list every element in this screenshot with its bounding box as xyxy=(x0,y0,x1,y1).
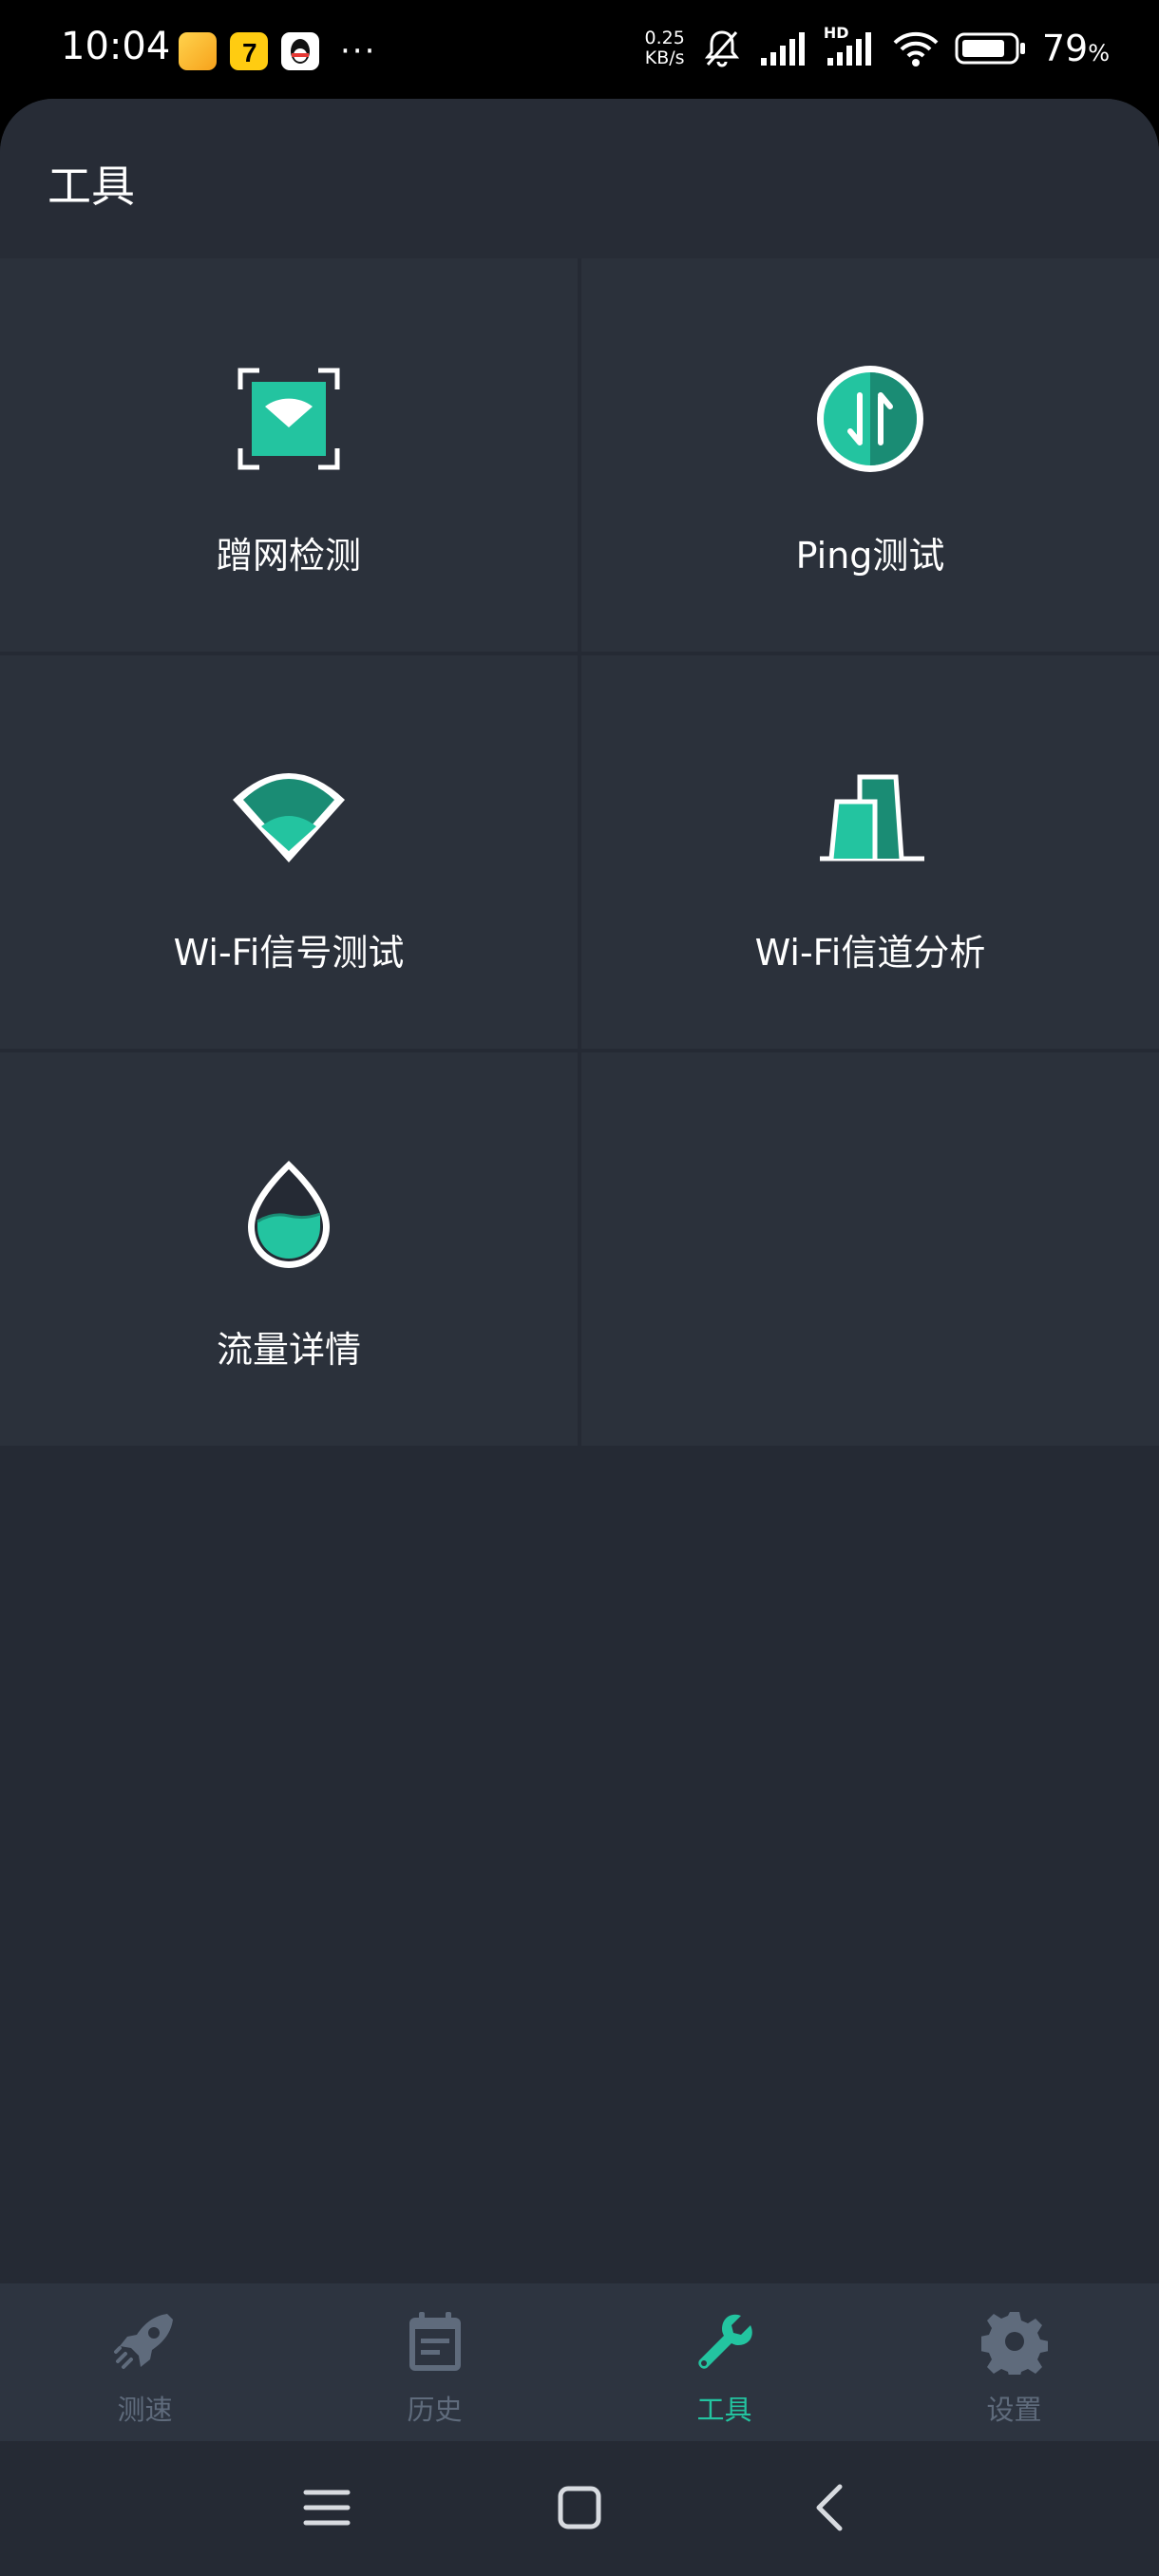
tool-cell-traffic[interactable]: 流量详情 xyxy=(0,1052,578,1446)
wifi-signal-icon xyxy=(233,773,345,862)
network-speed-unit: KB/s xyxy=(644,47,685,68)
network-speed-value: 0.25 xyxy=(644,28,685,48)
tool-cell-wifi-signal[interactable]: Wi-Fi信号测试 xyxy=(0,655,578,1049)
svg-text:7: 7 xyxy=(242,38,257,67)
cell-signal-icon xyxy=(760,32,805,66)
page-header: 工具 xyxy=(0,99,1159,258)
tool-label: Ping测试 xyxy=(795,535,945,577)
battery-icon xyxy=(955,32,1025,65)
battery-percent-sign: % xyxy=(1088,40,1110,66)
nav-label: 设置 xyxy=(986,2394,1042,2426)
nav-item-settings[interactable]: 设置 xyxy=(869,2283,1159,2441)
menu-icon[interactable] xyxy=(298,2479,355,2536)
page-title: 工具 xyxy=(48,161,135,212)
tool-cell-wifi-channel[interactable]: Wi-Fi信道分析 xyxy=(581,655,1159,1049)
cell-signal-hd: HD xyxy=(824,24,877,67)
tool-label: 蹭网检测 xyxy=(216,535,361,577)
battery-percent: 79% xyxy=(1042,28,1110,69)
back-icon[interactable] xyxy=(804,2479,861,2536)
nav-item-tools[interactable]: 工具 xyxy=(580,2283,869,2441)
bottom-nav: 测速 历史 工具 设置 xyxy=(0,2283,1159,2441)
network-speed: 0.25 KB/s xyxy=(645,28,685,68)
status-bar: 10:04 7 ··· 0.25 KB/s HD 79% xyxy=(0,0,1159,99)
gear-icon xyxy=(980,2312,1048,2375)
ping-arrows-icon xyxy=(817,366,923,472)
qq-app-icon xyxy=(281,32,319,70)
wifi-scan-icon xyxy=(238,368,340,470)
app-surface: 工具 蹭网检测 Ping测试 Wi-Fi信号测试 Wi-Fi信道分析 流量详情 … xyxy=(0,99,1159,2576)
status-time: 10:04 xyxy=(61,25,171,68)
wifi-status-icon xyxy=(893,31,939,66)
calendar-icon xyxy=(408,2312,461,2371)
tool-cell-ping[interactable]: Ping测试 xyxy=(581,258,1159,652)
tool-label: Wi-Fi信道分析 xyxy=(754,932,986,974)
status-app-icons: 7 ··· xyxy=(179,32,376,70)
mute-bell-icon xyxy=(704,30,739,67)
nav-label: 测速 xyxy=(117,2394,173,2426)
traffic-drop-icon xyxy=(248,1161,330,1268)
seven-app-icon: 7 xyxy=(230,32,268,70)
nav-item-history[interactable]: 历史 xyxy=(290,2283,580,2441)
status-indicators: 0.25 KB/s HD 79% xyxy=(645,24,1110,70)
home-icon[interactable] xyxy=(551,2479,608,2536)
wrench-icon xyxy=(697,2314,752,2369)
system-nav-bar xyxy=(0,2441,1159,2576)
nav-label: 历史 xyxy=(407,2394,463,2426)
tool-label: 流量详情 xyxy=(216,1329,361,1371)
battery-percent-value: 79 xyxy=(1041,28,1089,69)
more-notifications-icon: ··· xyxy=(340,32,377,70)
channel-bars-icon xyxy=(820,774,924,862)
tool-label: Wi-Fi信号测试 xyxy=(173,932,405,974)
tool-cell-wifi-scan[interactable]: 蹭网检测 xyxy=(0,258,578,652)
nav-label: 工具 xyxy=(696,2394,752,2426)
notes-app-icon xyxy=(179,32,217,70)
tool-cell-empty xyxy=(581,1052,1159,1446)
cell-signal-2-icon xyxy=(826,32,871,66)
nav-item-speedtest[interactable]: 测速 xyxy=(0,2283,290,2441)
rocket-icon xyxy=(113,2314,173,2369)
